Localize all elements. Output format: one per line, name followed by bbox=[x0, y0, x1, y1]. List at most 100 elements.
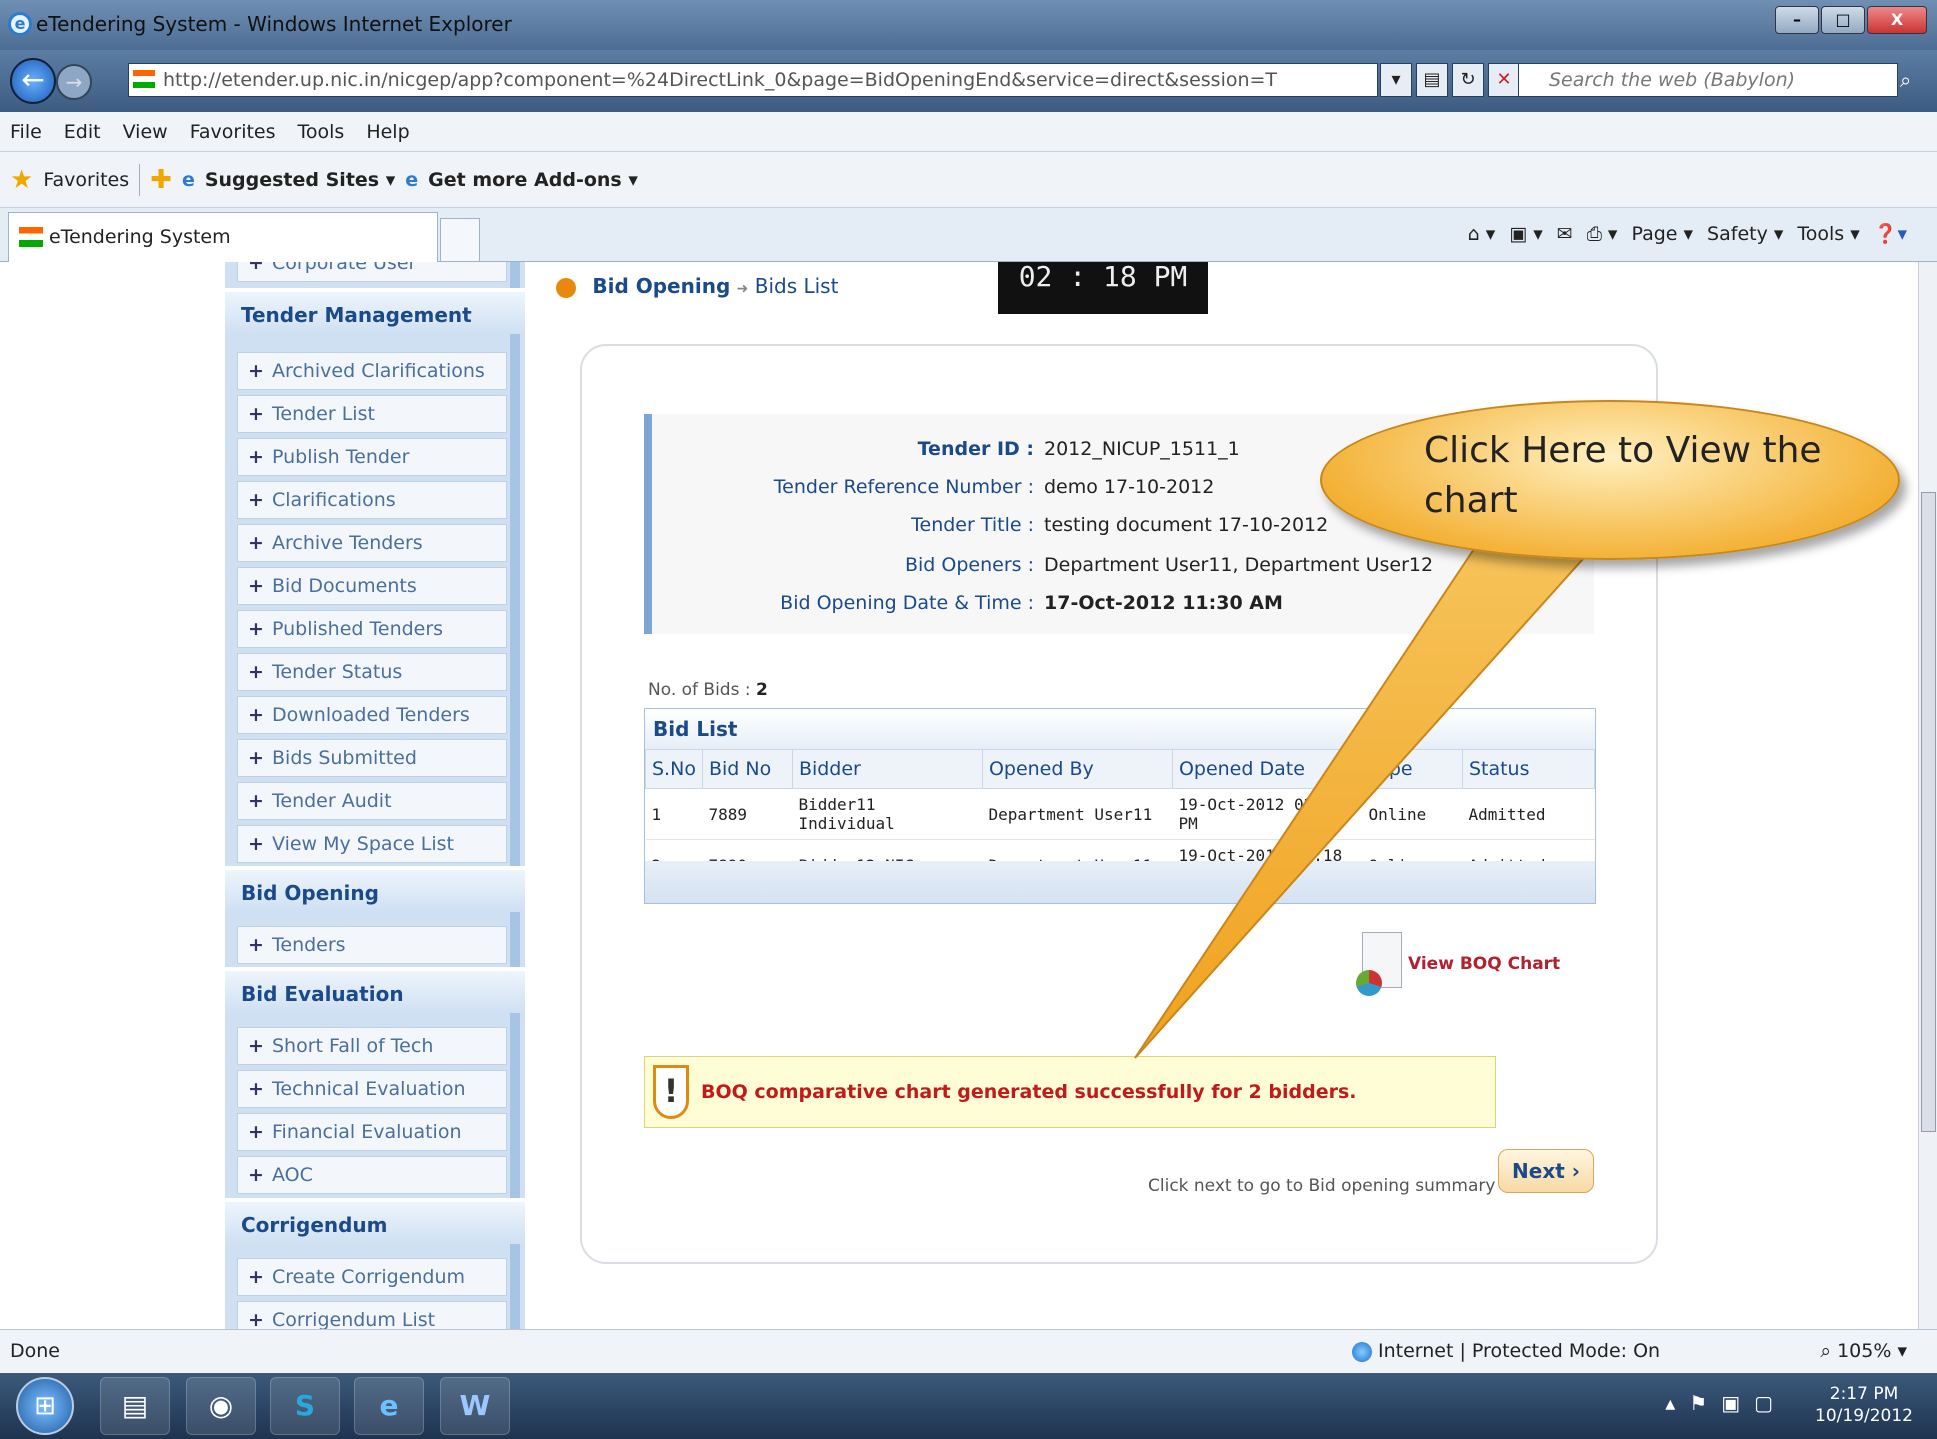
new-tab-button[interactable] bbox=[440, 218, 480, 262]
tender-ref-label: Tender Reference Number : bbox=[773, 476, 1034, 498]
callout-text: Click Here to View the chart bbox=[1424, 430, 1822, 521]
explorer-icon[interactable]: ▤ bbox=[100, 1377, 170, 1435]
dropdown-arrow-icon[interactable]: ▾ bbox=[1380, 63, 1412, 97]
address-bar[interactable]: http://etender.up.nic.in/nicgep/app?comp… bbox=[128, 63, 1378, 97]
mail-icon[interactable]: ✉ bbox=[1557, 223, 1573, 245]
globe-icon bbox=[1352, 1341, 1372, 1362]
sidebar-item-published-tenders[interactable]: Published Tenders bbox=[237, 610, 507, 648]
tender-title-value: testing document 17-10-2012 bbox=[1044, 514, 1329, 536]
exclamation-icon: ! bbox=[653, 1065, 689, 1119]
scrollbar-thumb[interactable] bbox=[1921, 492, 1936, 1132]
sidebar-item-short-fall-of-tech-documents[interactable]: Short Fall of Tech Documents bbox=[237, 1027, 507, 1093]
compatibility-icon[interactable]: ▤ bbox=[1416, 63, 1448, 97]
menu-edit[interactable]: Edit bbox=[64, 121, 101, 143]
tab-bar: eTendering System ⌂ ▾ ▣ ▾ ✉ ⎙ ▾ Page ▾ S… bbox=[0, 208, 1937, 262]
suggested-sites-link[interactable]: Suggested Sites ▾ bbox=[205, 169, 395, 191]
tender-id-value: 2012_NICUP_1511_1 bbox=[1044, 438, 1240, 460]
bid-count-value: 2 bbox=[756, 680, 768, 700]
forward-button[interactable]: → bbox=[56, 64, 92, 100]
column-header: Type bbox=[1361, 749, 1463, 789]
bid-list-title: Bid List bbox=[645, 709, 1595, 749]
sidebar-item-bid-documents-download[interactable]: Bid Documents Download bbox=[237, 567, 507, 633]
sidebar-item-tender-list[interactable]: Tender List bbox=[237, 395, 507, 433]
menu-view[interactable]: View bbox=[123, 121, 168, 143]
feeds-icon[interactable]: ▣ ▾ bbox=[1509, 223, 1543, 245]
favorites-bar: ★ Favorites ✚ e Suggested Sites ▾ e Get … bbox=[0, 152, 1937, 208]
bid-openers-label: Bid Openers : bbox=[904, 554, 1034, 576]
view-boq-chart-link[interactable]: View BOQ Chart bbox=[1356, 932, 1561, 996]
sidebar-item-archive-tenders[interactable]: Archive Tenders bbox=[237, 524, 507, 562]
column-header: Bidder bbox=[791, 749, 983, 789]
table-row: 1 7889 Bidder11 Individual Department Us… bbox=[645, 788, 1595, 840]
view-boq-chart-label: View BOQ Chart bbox=[1408, 954, 1561, 974]
add-favorite-icon[interactable]: ✚ bbox=[150, 165, 172, 195]
favorites-button[interactable]: Favorites bbox=[43, 169, 129, 191]
window-titlebar: e eTendering System - Windows Internet E… bbox=[0, 0, 1937, 50]
back-button[interactable]: ← bbox=[10, 58, 56, 104]
url-text: http://etender.up.nic.in/nicgep/app?comp… bbox=[163, 69, 1278, 91]
site-favicon-icon bbox=[133, 70, 155, 88]
tender-title-label: Tender Title : bbox=[911, 514, 1034, 536]
callout-bubble: Click Here to View the chart bbox=[1320, 400, 1910, 574]
zoom-level: 105% bbox=[1837, 1340, 1892, 1362]
search-input[interactable]: Search the web (Babylon) bbox=[1518, 63, 1898, 97]
get-addons-link[interactable]: Get more Add-ons ▾ bbox=[428, 169, 638, 191]
stop-icon[interactable]: ✕ bbox=[1488, 63, 1520, 97]
sidebar-item-archived-clarifications[interactable]: Archived Clarifications bbox=[237, 352, 507, 390]
minimize-button[interactable]: – bbox=[1775, 6, 1819, 34]
ie-logo-icon: e bbox=[8, 12, 32, 36]
sidebar-item-clarifications[interactable]: Clarifications bbox=[237, 481, 507, 519]
column-header: Opened Date bbox=[1171, 749, 1363, 789]
menu-tools[interactable]: Tools bbox=[298, 121, 345, 143]
taskbar: ⊞ ▤ ◉ S e W ▴⚑▣▢ 2:17 PM 10/19/2012 bbox=[0, 1373, 1937, 1439]
bid-opening-date-value: 17-Oct-2012 11:30 AM bbox=[1044, 592, 1283, 614]
refresh-icon[interactable]: ↻ bbox=[1452, 63, 1484, 97]
tray-icons[interactable]: ▴⚑▣▢ bbox=[1665, 1391, 1787, 1415]
zoom-control[interactable]: ⌕ 105% ▾ bbox=[1820, 1340, 1907, 1362]
sidebar-item-bids-submitted[interactable]: Bids Submitted bbox=[237, 739, 507, 777]
sidebar-item-tender-audit[interactable]: Tender Audit bbox=[237, 782, 507, 820]
success-message: ! BOQ comparative chart generated succes… bbox=[644, 1056, 1496, 1128]
skype-icon[interactable]: S bbox=[270, 1377, 340, 1435]
internet-explorer-icon[interactable]: e bbox=[354, 1377, 424, 1435]
favorites-star-icon[interactable]: ★ bbox=[10, 165, 33, 195]
sidebar-item-tenders[interactable]: Tenders bbox=[237, 926, 507, 964]
menu-file[interactable]: File bbox=[10, 121, 42, 143]
sidebar-item-view-my-space-list[interactable]: View My Space List bbox=[237, 825, 507, 863]
sidebar-item-create-corrigendum[interactable]: Create Corrigendum bbox=[237, 1258, 507, 1296]
start-button[interactable]: ⊞ bbox=[16, 1377, 74, 1435]
sidebar-item-corrigendum-list[interactable]: Corrigendum List bbox=[237, 1301, 507, 1329]
tab-etendering[interactable]: eTendering System bbox=[8, 212, 438, 262]
system-clock[interactable]: 2:17 PM 10/19/2012 bbox=[1815, 1383, 1913, 1427]
table-cell: 19-Oct-2012 02:18 PM bbox=[1172, 788, 1363, 840]
firefox-icon[interactable]: ◉ bbox=[186, 1377, 256, 1435]
word-icon[interactable]: W bbox=[440, 1377, 510, 1435]
sidebar-item-tender-status[interactable]: Tender Status bbox=[237, 653, 507, 691]
page-menu[interactable]: Page ▾ bbox=[1631, 223, 1693, 245]
search-icon[interactable]: ⌕ bbox=[1900, 63, 1930, 97]
help-icon[interactable]: ❓▾ bbox=[1874, 222, 1907, 245]
vertical-scrollbar[interactable] bbox=[1918, 262, 1937, 1329]
tender-ref-value: demo 17-10-2012 bbox=[1044, 476, 1215, 498]
menu-help[interactable]: Help bbox=[366, 121, 409, 143]
breadcrumb-bid-opening[interactable]: Bid Opening bbox=[592, 274, 730, 298]
window-title: eTendering System - Windows Internet Exp… bbox=[36, 12, 512, 36]
next-button[interactable]: Next › bbox=[1498, 1149, 1594, 1193]
print-icon[interactable]: ⎙ ▾ bbox=[1587, 223, 1618, 245]
bid-count: No. of Bids : 2 bbox=[648, 680, 768, 700]
tools-menu[interactable]: Tools ▾ bbox=[1797, 223, 1859, 245]
sidebar-item-aoc[interactable]: AOC bbox=[237, 1156, 507, 1194]
home-icon[interactable]: ⌂ ▾ bbox=[1468, 223, 1496, 245]
close-button[interactable]: X bbox=[1867, 6, 1927, 34]
menu-favorites[interactable]: Favorites bbox=[190, 121, 276, 143]
breadcrumb-bids-list: Bids List bbox=[754, 274, 839, 298]
navigation-bar: ← → http://etender.up.nic.in/nicgep/app?… bbox=[0, 50, 1937, 112]
security-zone: Internet | Protected Mode: On bbox=[1352, 1340, 1660, 1362]
sidebar-item-corporate-user[interactable]: Corporate User bbox=[237, 262, 507, 282]
sidebar-item-publish-tender[interactable]: Publish Tender bbox=[237, 438, 507, 476]
maximize-button[interactable]: □ bbox=[1821, 6, 1865, 34]
sidebar-item-financial-evaluation[interactable]: Financial Evaluation bbox=[237, 1113, 507, 1151]
safety-menu[interactable]: Safety ▾ bbox=[1707, 223, 1783, 245]
sidebar-item-technical-evaluation[interactable]: Technical Evaluation bbox=[237, 1070, 507, 1108]
sidebar-item-downloaded-tenders[interactable]: Downloaded Tenders bbox=[237, 696, 507, 734]
